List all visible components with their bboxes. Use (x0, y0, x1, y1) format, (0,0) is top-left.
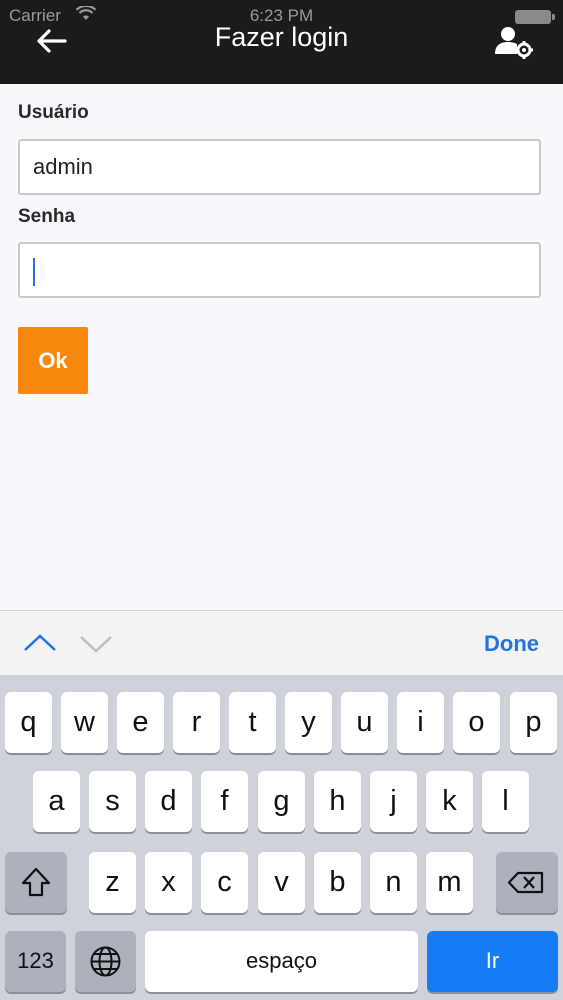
go-key[interactable]: Ir (427, 931, 558, 992)
key-g[interactable]: g (258, 771, 305, 832)
globe-icon (90, 946, 121, 977)
backspace-icon (507, 871, 544, 894)
key-b[interactable]: b (314, 852, 361, 913)
backspace-key[interactable] (496, 852, 558, 913)
password-label: Senha (18, 206, 76, 227)
key-t[interactable]: t (229, 692, 276, 753)
key-j[interactable]: j (370, 771, 417, 832)
space-key[interactable]: espaço (145, 931, 418, 992)
username-label: Usuário (18, 102, 89, 123)
key-a[interactable]: a (33, 771, 80, 832)
key-w[interactable]: w (61, 692, 108, 753)
navigation-bar: Carrier 6:23 PM Fazer login (0, 0, 563, 84)
key-d[interactable]: d (145, 771, 192, 832)
key-m[interactable]: m (426, 852, 473, 913)
key-f[interactable]: f (201, 771, 248, 832)
shift-icon (21, 867, 51, 897)
keyboard-toolbar: Done (0, 610, 563, 675)
key-c[interactable]: c (201, 852, 248, 913)
globe-key[interactable] (75, 931, 136, 992)
key-y[interactable]: y (285, 692, 332, 753)
key-i[interactable]: i (397, 692, 444, 753)
page-title: Fazer login (214, 22, 349, 52)
previous-field-button[interactable] (22, 631, 58, 655)
text-cursor (33, 258, 35, 286)
key-n[interactable]: n (370, 852, 417, 913)
key-u[interactable]: u (341, 692, 388, 753)
key-x[interactable]: x (145, 852, 192, 913)
key-p[interactable]: p (510, 692, 557, 753)
user-settings-icon (495, 27, 533, 59)
key-o[interactable]: o (453, 692, 500, 753)
key-h[interactable]: h (314, 771, 361, 832)
key-z[interactable]: z (89, 852, 136, 913)
keyboard: q w e r t y u i o p a s d f g h j k l z … (0, 675, 563, 1000)
key-k[interactable]: k (426, 771, 473, 832)
done-button[interactable]: Done (484, 631, 539, 657)
key-q[interactable]: q (5, 692, 52, 753)
ok-button[interactable]: Ok (18, 327, 88, 394)
key-l[interactable]: l (482, 771, 529, 832)
key-v[interactable]: v (258, 852, 305, 913)
shift-key[interactable] (5, 852, 67, 913)
numbers-key[interactable]: 123 (5, 931, 66, 992)
key-s[interactable]: s (89, 771, 136, 832)
key-r[interactable]: r (173, 692, 220, 753)
username-field[interactable]: admin (18, 139, 541, 195)
key-e[interactable]: e (117, 692, 164, 753)
password-field[interactable] (18, 242, 541, 298)
chevron-up-icon (24, 634, 56, 651)
next-field-button[interactable] (78, 631, 114, 655)
user-settings-button[interactable] (495, 24, 533, 60)
chevron-down-icon (80, 636, 112, 653)
